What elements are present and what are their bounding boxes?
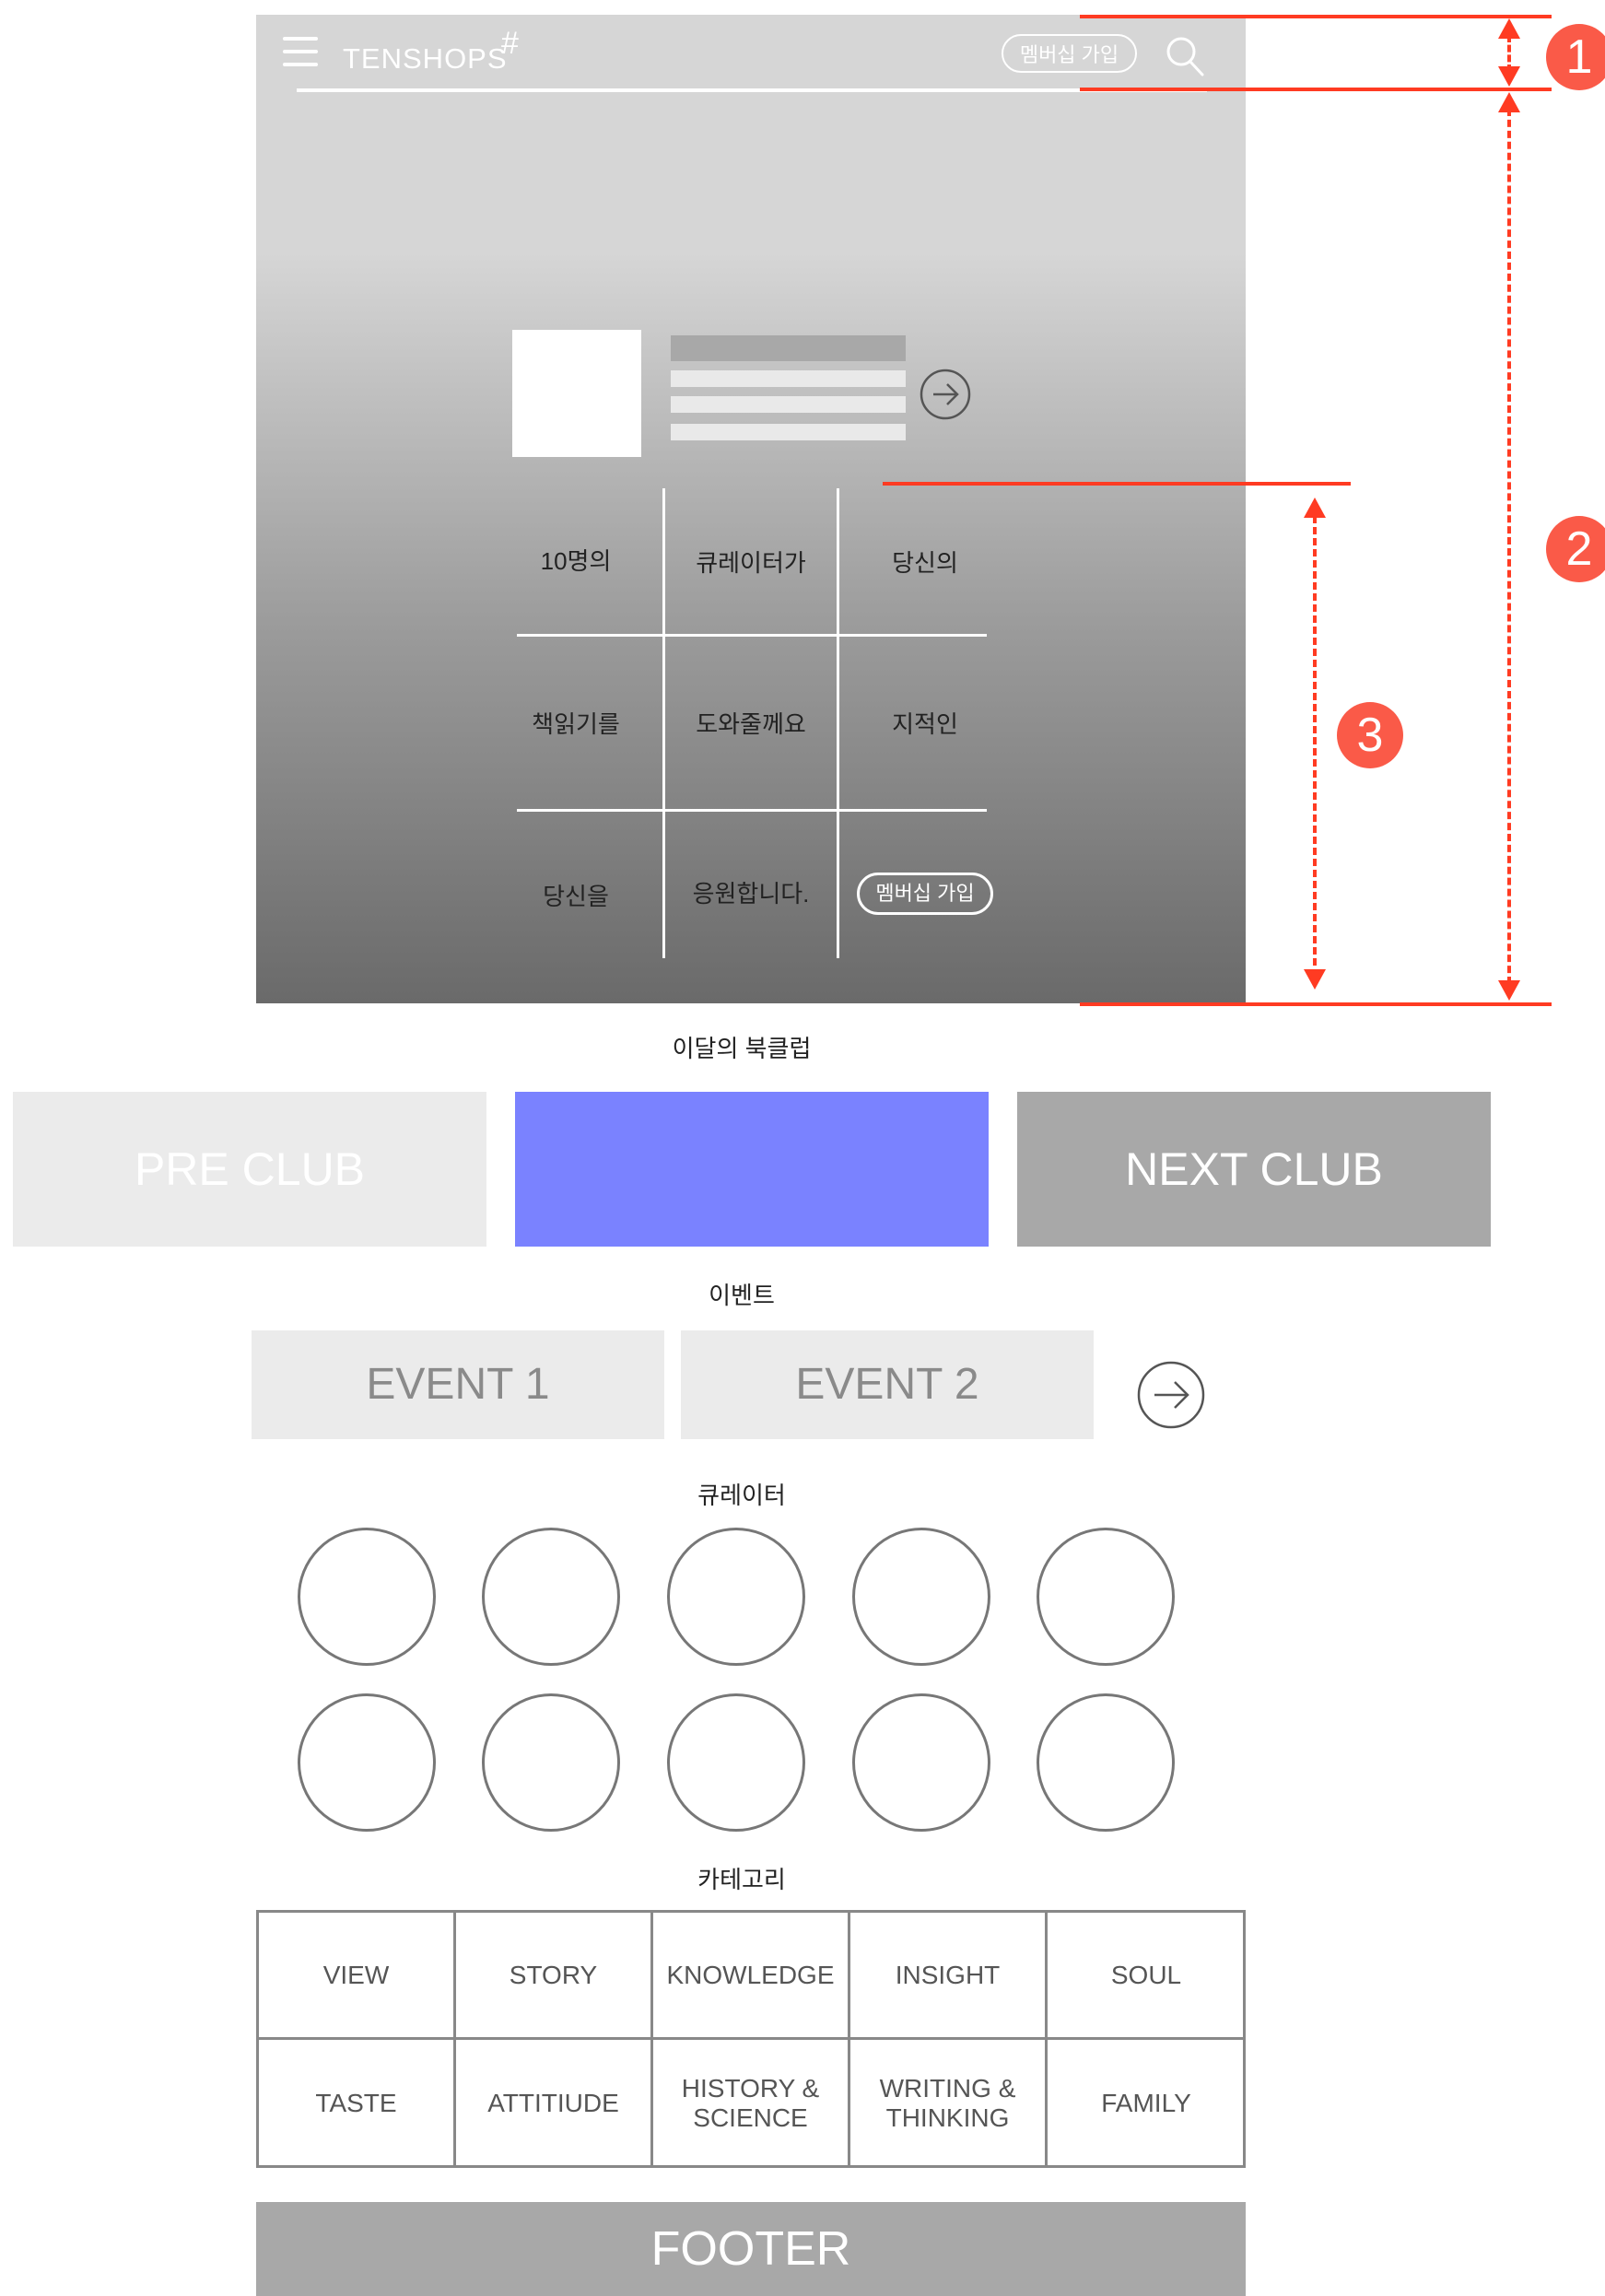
logo-mark: #: [501, 26, 519, 61]
annotation-arrow: [1498, 980, 1520, 1001]
footer: FOOTER: [256, 2202, 1246, 2296]
featured-text-line: [671, 396, 906, 413]
grid-text: 큐레이터가: [696, 549, 806, 577]
featured-text-line: [671, 370, 906, 387]
annotation-badge-2: 2: [1546, 516, 1605, 582]
curator-avatar[interactable]: [298, 1528, 436, 1666]
logo[interactable]: TENSHOPS: [343, 42, 508, 76]
annotation-arrow: [1304, 969, 1326, 990]
category-item[interactable]: STORY: [456, 1913, 653, 2040]
search-icon[interactable]: [1165, 35, 1205, 77]
featured-title-placeholder: [671, 335, 906, 361]
event-card[interactable]: EVENT 2: [681, 1330, 1094, 1439]
annotation-line: [1080, 1002, 1552, 1006]
current-club-card[interactable]: [515, 1092, 989, 1247]
annotation-line: [883, 482, 1351, 486]
grid-text: 도와줄께요: [696, 710, 806, 738]
grid-text: 당신의: [892, 549, 958, 577]
membership-join-button[interactable]: 멤버십 가입: [1002, 34, 1137, 73]
category-item[interactable]: SOUL: [1048, 1913, 1245, 2040]
grid-divider: [517, 809, 987, 812]
grid-text: 당신을: [543, 883, 609, 910]
category-section-title: 카테고리: [697, 1866, 786, 1893]
curator-avatar[interactable]: [298, 1693, 436, 1832]
book-club-title: 이달의 북클럽: [672, 1035, 812, 1062]
grid-membership-join-button[interactable]: 멤버십 가입: [857, 873, 993, 915]
hero-banner: [256, 15, 1246, 1003]
curator-avatar[interactable]: [667, 1693, 805, 1832]
curator-avatar[interactable]: [852, 1693, 990, 1832]
menu-icon[interactable]: [283, 37, 318, 68]
category-item[interactable]: WRITING & THINKING: [850, 2040, 1048, 2167]
category-item[interactable]: VIEW: [259, 1913, 456, 2040]
category-item[interactable]: HISTORY & SCIENCE: [653, 2040, 850, 2167]
curator-avatar[interactable]: [482, 1693, 620, 1832]
category-item[interactable]: INSIGHT: [850, 1913, 1048, 2040]
category-item[interactable]: FAMILY: [1048, 2040, 1245, 2167]
annotation-arrow: [1498, 18, 1520, 39]
curator-avatar[interactable]: [852, 1528, 990, 1666]
curator-avatar[interactable]: [482, 1528, 620, 1666]
next-club-button[interactable]: NEXT CLUB: [1017, 1092, 1491, 1247]
grid-divider: [517, 634, 987, 637]
annotation-line: [1080, 15, 1552, 18]
event-section-title: 이벤트: [709, 1282, 775, 1309]
curator-section-title: 큐레이터: [697, 1482, 786, 1509]
featured-text-line: [671, 424, 906, 440]
header-divider: [297, 88, 1207, 92]
category-item[interactable]: TASTE: [259, 2040, 456, 2167]
pre-club-button[interactable]: PRE CLUB: [13, 1092, 486, 1247]
annotation-badge-3: 3: [1337, 702, 1403, 768]
annotation-line: [1080, 88, 1552, 91]
arrow-right-icon[interactable]: [919, 368, 972, 421]
curator-avatar[interactable]: [667, 1528, 805, 1666]
grid-text: 책읽기를: [532, 710, 620, 738]
grid-text: 응원합니다.: [692, 880, 810, 908]
grid-text: 지적인: [892, 710, 958, 738]
grid-text: 10명의: [540, 547, 612, 575]
curator-avatar[interactable]: [1037, 1528, 1175, 1666]
annotation-arrow: [1304, 498, 1326, 518]
curator-avatar[interactable]: [1037, 1693, 1175, 1832]
category-item[interactable]: ATTITIUDE: [456, 2040, 653, 2167]
arrow-right-icon[interactable]: [1136, 1360, 1206, 1430]
category-item[interactable]: KNOWLEDGE: [653, 1913, 850, 2040]
annotation-dimension: [1507, 109, 1511, 984]
annotation-arrow: [1498, 66, 1520, 87]
featured-thumbnail[interactable]: [512, 330, 641, 457]
event-card[interactable]: EVENT 1: [252, 1330, 664, 1439]
category-table: VIEW STORY KNOWLEDGE INSIGHT SOUL TASTE …: [256, 1910, 1246, 2168]
annotation-badge-1: 1: [1546, 24, 1605, 90]
annotation-arrow: [1498, 92, 1520, 112]
annotation-dimension: [1313, 516, 1317, 977]
